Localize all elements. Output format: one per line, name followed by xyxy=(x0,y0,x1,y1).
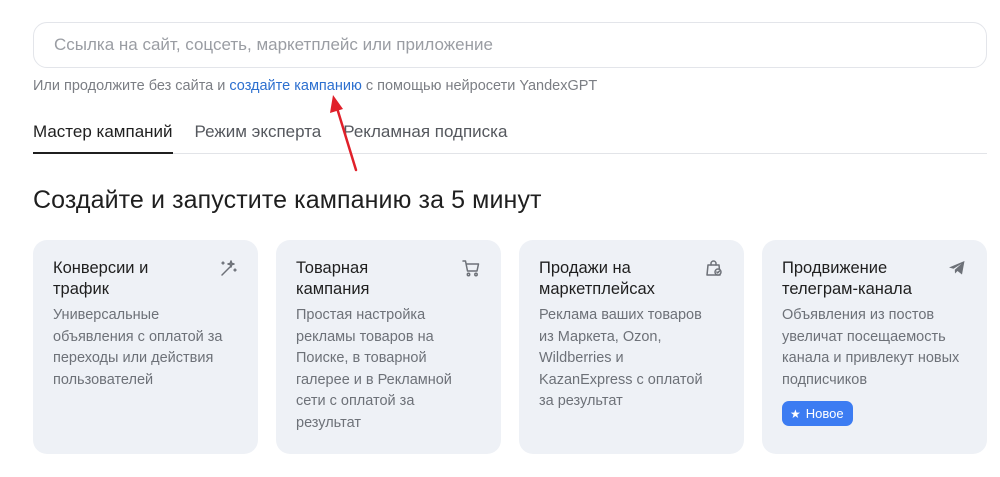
card-description: Реклама ваших товаров из Маркета, Ozon, … xyxy=(539,307,703,409)
shopping-bag-icon xyxy=(706,260,722,276)
card-title: Продвижение телеграм-канала xyxy=(782,259,912,298)
search-input[interactable] xyxy=(54,35,986,55)
hint-text: Или продолжите без сайта и создайте камп… xyxy=(33,78,597,94)
search-field[interactable] xyxy=(33,22,987,68)
page-heading: Создайте и запустите кампанию за 5 минут xyxy=(33,186,542,214)
card-marketplace-sales[interactable]: Продажи на маркетплейсах Реклама ваших т… xyxy=(519,240,744,454)
card-description: Объявления из постов увеличат посещаемос… xyxy=(782,307,960,388)
card-title: Продажи на маркетплейсах xyxy=(539,259,655,298)
card-product-campaign[interactable]: Товарная кампания Простая настройка рекл… xyxy=(276,240,501,454)
campaign-cards: Конверсии и трафик Универсальные объявле… xyxy=(33,240,987,454)
card-title: Конверсии и трафик xyxy=(53,259,149,298)
card-description: Простая настройка рекламы товаров на Пои… xyxy=(296,307,452,431)
magic-wand-icon xyxy=(221,260,237,276)
card-telegram-promotion[interactable]: Продвижение телеграм-канала Объявления и… xyxy=(762,240,987,454)
star-icon: ★ xyxy=(790,406,801,421)
card-conversions-traffic[interactable]: Конверсии и трафик Универсальные объявле… xyxy=(33,240,258,454)
tab-expert-mode[interactable]: Режим эксперта xyxy=(195,114,322,154)
tab-campaign-wizard[interactable]: Мастер кампаний xyxy=(33,114,173,154)
telegram-icon xyxy=(949,261,965,275)
badge-label: Новое xyxy=(805,406,844,421)
tab-bar: Мастер кампаний Режим эксперта Рекламная… xyxy=(33,114,987,154)
cart-icon xyxy=(462,260,480,277)
hint-suffix: с помощью нейросети YandexGPT xyxy=(361,78,598,94)
new-badge: ★ Новое xyxy=(782,401,853,426)
create-campaign-link[interactable]: создайте кампанию xyxy=(229,78,361,94)
tab-ad-subscription[interactable]: Рекламная подписка xyxy=(343,114,507,154)
card-title: Товарная кампания xyxy=(296,259,370,298)
card-description: Универсальные объявления с оплатой за пе… xyxy=(53,307,223,388)
hint-prefix: Или продолжите без сайта и xyxy=(33,78,230,94)
